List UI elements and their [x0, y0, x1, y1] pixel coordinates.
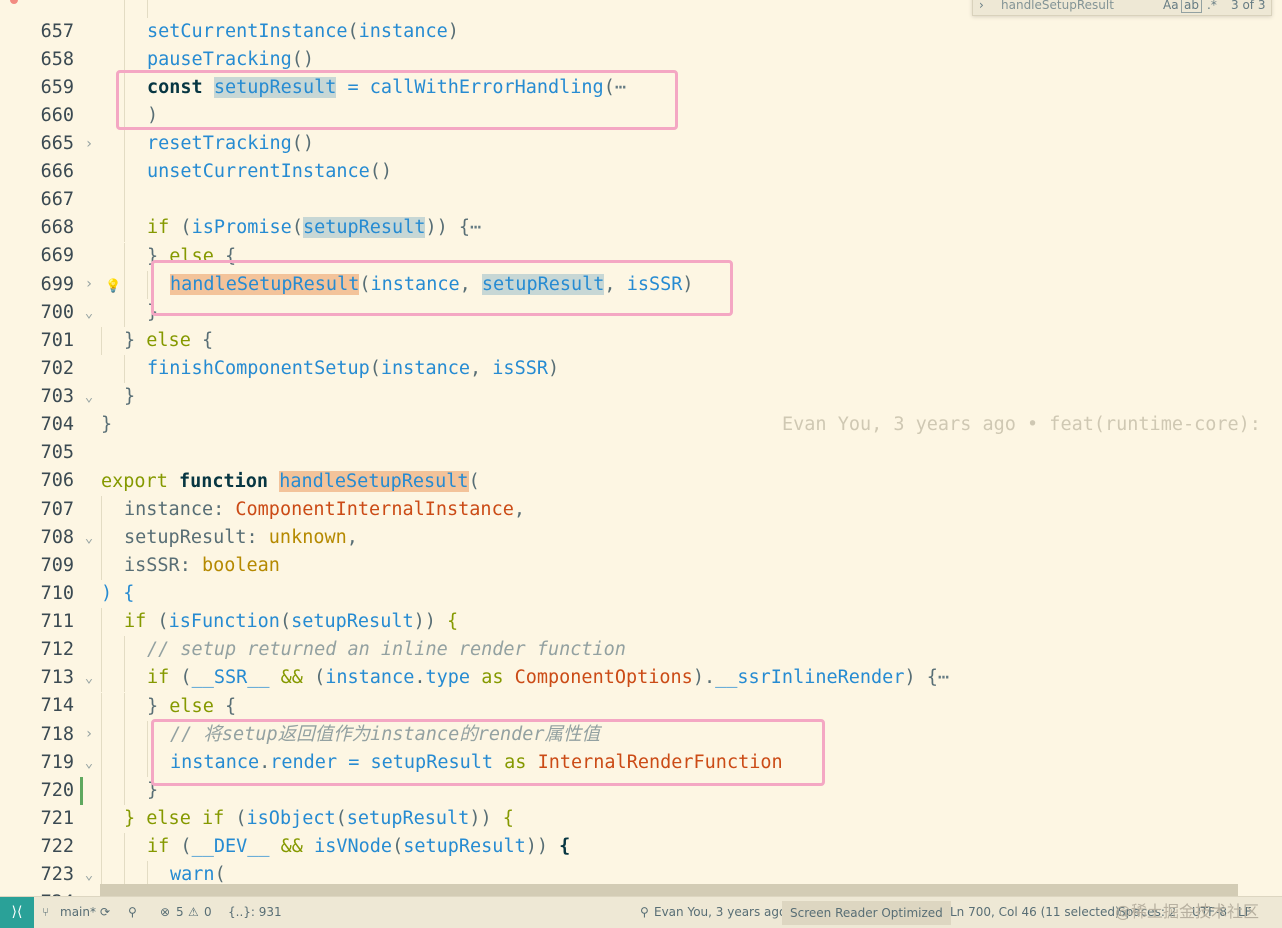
code-comment: // setup returned an inline render funct… — [147, 639, 626, 660]
watermark: @稀土掘金技术社区 — [1115, 902, 1260, 921]
cursor-position[interactable]: Ln 700, Col 46 (11 selected) — [950, 905, 1120, 919]
code-line[interactable]: 712 ⌄ if (isFunction(setupResult)) { — [0, 608, 1282, 686]
code-line[interactable]: 666 resetTracking() — [0, 130, 1282, 182]
code-line[interactable]: 704 } — [0, 383, 1282, 435]
code-line-current[interactable]: 700 💡 handleSetupResult(instance, setupR… — [0, 271, 1282, 435]
json-outline-count[interactable]: {..}: 931 — [228, 905, 282, 919]
code-line[interactable]: 710 isSSR: boolean — [0, 552, 1282, 604]
status-blame[interactable]: Evan You, 3 years ago — [654, 905, 786, 919]
status-bar: ⟩⟨ ⑂ main* ⟳ ⚲ ⊗ 5 ⚠ 0 {..}: 931 ⚲ Evan … — [0, 896, 1282, 928]
lightbulb-icon[interactable]: 💡 — [105, 280, 121, 293]
code-line[interactable]: 658 setCurrentInstance(instance) — [0, 18, 1282, 70]
code-line[interactable]: 708 instance: ComponentInternalInstance, — [0, 496, 1282, 548]
code-line[interactable]: 709 setupResult: unknown, — [0, 524, 1282, 576]
chevron-down-icon[interactable]: ⌄ — [82, 889, 96, 896]
git-branch-icon[interactable]: ⑂ — [42, 905, 49, 919]
code-line[interactable]: 668 — [0, 186, 1282, 238]
code-line[interactable]: 701 } — [0, 299, 1282, 351]
code-line[interactable]: 660 › const setupResult = callWithErrorH… — [0, 74, 1282, 152]
code-line[interactable]: 714 › if (__SSR__ && (instance.type as C… — [0, 664, 1282, 742]
code-line[interactable]: 657 — [0, 0, 1282, 42]
error-icon[interactable]: ⊗ — [160, 905, 170, 919]
line-number: 724 — [0, 889, 74, 896]
code-line[interactable]: 720 instance.render = setupResult as Int… — [0, 749, 1282, 801]
code-line[interactable]: 665 ) — [0, 102, 1282, 154]
horizontal-scrollbar[interactable] — [100, 884, 1238, 896]
code-line[interactable]: 699 ⌄ } else { — [0, 243, 1282, 321]
code-line[interactable]: 702 ⌄ } else { — [0, 327, 1282, 405]
code-line[interactable]: 723 ⌄ if (__DEV__ && isVNode(setupResult… — [0, 833, 1282, 896]
blame-icon[interactable]: ⚲ — [640, 905, 649, 919]
code-line[interactable]: 707 ⌄ export function handleSetupResult( — [0, 468, 1282, 546]
error-count[interactable]: 5 — [176, 905, 184, 919]
code-line[interactable]: 719 // 将setup返回值作为instance的render属性值 — [0, 721, 1282, 805]
code-line[interactable]: 659 pauseTracking() — [0, 46, 1282, 98]
warning-icon[interactable]: ⚠ — [188, 905, 199, 919]
code-line[interactable]: 667 unsetCurrentInstance() — [0, 158, 1282, 210]
code-line[interactable]: 706 — [0, 439, 1282, 491]
code-comment: // 将setup返回值作为instance的render属性值 — [170, 724, 601, 745]
branch-name[interactable]: main* — [60, 905, 96, 919]
code-line[interactable]: 711 ) { — [0, 580, 1282, 632]
code-line[interactable]: 703 finishComponentSetup(instance, isSSR… — [0, 355, 1282, 407]
screen-reader-optimized[interactable]: Screen Reader Optimized — [782, 901, 951, 925]
code-line[interactable]: 722 ⌄ } else if (isObject(setupResult)) … — [0, 805, 1282, 883]
code-line[interactable]: 705 } — [0, 411, 1282, 463]
code-line[interactable]: 718 ⌄ } else { — [0, 693, 1282, 771]
code-line[interactable]: 713 // setup returned an inline render f… — [0, 636, 1282, 688]
code-editor[interactable]: › handleSetupResult Aa ab .* 3 of 3 657 … — [0, 0, 1282, 896]
git-graph-icon[interactable]: ⚲ — [128, 905, 137, 919]
remote-indicator-icon[interactable]: ⟩⟨ — [0, 897, 34, 928]
code-line[interactable]: 721 } — [0, 777, 1282, 829]
code-line[interactable]: 669 › if (isPromise(setupResult)) {⋯ — [0, 214, 1282, 292]
warning-count[interactable]: 0 — [204, 905, 212, 919]
sync-icon[interactable]: ⟳ — [100, 905, 110, 919]
